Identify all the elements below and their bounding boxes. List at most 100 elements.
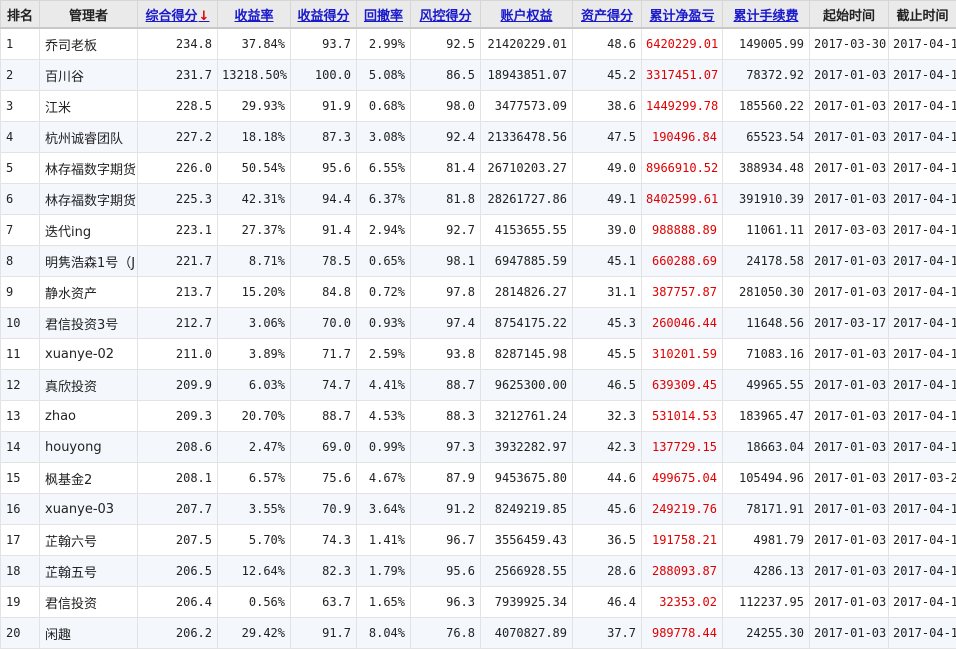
cell-start-date: 2017-03-03 <box>810 215 889 246</box>
cell-drawdown-rate: 1.79% <box>357 556 411 587</box>
cell-manager: 闲趣 <box>40 618 138 649</box>
cell-start-date: 2017-01-03 <box>810 91 889 122</box>
header-composite-score[interactable]: 综合得分↓ <box>138 1 218 29</box>
cell-asset-score: 28.6 <box>573 556 642 587</box>
cell-return-rate: 6.03% <box>218 370 291 401</box>
cell-composite-score: 213.7 <box>138 277 218 308</box>
cell-risk-score: 98.1 <box>411 246 481 277</box>
table-row: 1乔司老板234.837.84%93.72.99%92.521420229.01… <box>1 28 956 60</box>
header-row: 排名管理者综合得分↓收益率收益得分回撤率风控得分账户权益资产得分累计净盈亏累计手… <box>1 1 956 29</box>
cell-end-date: 2017-04-19 <box>889 153 956 184</box>
header-label: 风控得分 <box>419 9 471 24</box>
cell-rank: 14 <box>1 432 40 463</box>
cell-return-score: 75.6 <box>291 463 357 494</box>
cell-cumulative-net-pnl: 989778.44 <box>642 618 723 649</box>
cell-rank: 20 <box>1 618 40 649</box>
cell-asset-score: 48.6 <box>573 28 642 60</box>
cell-end-date: 2017-04-19 <box>889 432 956 463</box>
cell-start-date: 2017-01-03 <box>810 463 889 494</box>
header-return-rate[interactable]: 收益率 <box>218 1 291 29</box>
cell-account-equity: 7939925.34 <box>481 587 573 618</box>
cell-return-rate: 3.55% <box>218 494 291 525</box>
cell-start-date: 2017-01-03 <box>810 184 889 215</box>
cell-cumulative-fees: 11648.56 <box>723 308 810 339</box>
cell-end-date: 2017-04-19 <box>889 184 956 215</box>
cell-start-date: 2017-01-03 <box>810 60 889 91</box>
cell-composite-score: 208.6 <box>138 432 218 463</box>
cell-start-date: 2017-01-03 <box>810 618 889 649</box>
cell-return-score: 74.3 <box>291 525 357 556</box>
cell-drawdown-rate: 1.41% <box>357 525 411 556</box>
cell-cumulative-fees: 49965.55 <box>723 370 810 401</box>
cell-return-rate: 37.84% <box>218 28 291 60</box>
sort-desc-arrow-icon: ↓ <box>199 9 210 24</box>
cell-composite-score: 206.2 <box>138 618 218 649</box>
header-rank: 排名 <box>1 1 40 29</box>
header-label: 账户权益 <box>500 9 552 24</box>
table-row: 6林存福数字期货225.342.31%94.46.37%81.828261727… <box>1 184 956 215</box>
cell-cumulative-fees: 78171.91 <box>723 494 810 525</box>
cell-risk-score: 98.0 <box>411 91 481 122</box>
table-row: 14houyong208.62.47%69.00.99%97.33932282.… <box>1 432 956 463</box>
cell-manager: 百川谷 <box>40 60 138 91</box>
ranking-table: 排名管理者综合得分↓收益率收益得分回撤率风控得分账户权益资产得分累计净盈亏累计手… <box>0 0 956 649</box>
cell-rank: 12 <box>1 370 40 401</box>
cell-cumulative-net-pnl: 660288.69 <box>642 246 723 277</box>
cell-end-date: 2017-04-19 <box>889 494 956 525</box>
table-row: 19君信投资206.40.56%63.71.65%96.37939925.344… <box>1 587 956 618</box>
cell-cumulative-fees: 4286.13 <box>723 556 810 587</box>
table-row: 15枫基金2208.16.57%75.64.67%87.99453675.804… <box>1 463 956 494</box>
table-row: 3江米228.529.93%91.90.68%98.03477573.0938.… <box>1 91 956 122</box>
cell-cumulative-fees: 391910.39 <box>723 184 810 215</box>
cell-account-equity: 8249219.85 <box>481 494 573 525</box>
header-account-equity[interactable]: 账户权益 <box>481 1 573 29</box>
header-drawdown-rate[interactable]: 回撤率 <box>357 1 411 29</box>
cell-composite-score: 208.1 <box>138 463 218 494</box>
cell-drawdown-rate: 5.08% <box>357 60 411 91</box>
cell-return-rate: 29.93% <box>218 91 291 122</box>
cell-drawdown-rate: 0.93% <box>357 308 411 339</box>
cell-return-rate: 20.70% <box>218 401 291 432</box>
cell-cumulative-net-pnl: 32353.02 <box>642 587 723 618</box>
cell-return-rate: 8.71% <box>218 246 291 277</box>
cell-composite-score: 207.7 <box>138 494 218 525</box>
cell-cumulative-net-pnl: 310201.59 <box>642 339 723 370</box>
cell-return-rate: 13218.50% <box>218 60 291 91</box>
header-return-score[interactable]: 收益得分 <box>291 1 357 29</box>
cell-asset-score: 45.3 <box>573 308 642 339</box>
table-row: 5林存福数字期货226.050.54%95.66.55%81.426710203… <box>1 153 956 184</box>
cell-manager: xuanye-02 <box>40 339 138 370</box>
cell-start-date: 2017-01-03 <box>810 587 889 618</box>
header-asset-score[interactable]: 资产得分 <box>573 1 642 29</box>
cell-drawdown-rate: 0.99% <box>357 432 411 463</box>
cell-return-rate: 50.54% <box>218 153 291 184</box>
cell-return-score: 100.0 <box>291 60 357 91</box>
table-row: 16xuanye-03207.73.55%70.93.64%91.2824921… <box>1 494 956 525</box>
cell-risk-score: 92.5 <box>411 28 481 60</box>
cell-asset-score: 45.1 <box>573 246 642 277</box>
cell-return-score: 82.3 <box>291 556 357 587</box>
header-label: 资产得分 <box>581 9 633 24</box>
cell-manager: houyong <box>40 432 138 463</box>
header-cumulative-fees[interactable]: 累计手续费 <box>723 1 810 29</box>
cell-start-date: 2017-01-03 <box>810 401 889 432</box>
cell-account-equity: 3932282.97 <box>481 432 573 463</box>
cell-cumulative-net-pnl: 387757.87 <box>642 277 723 308</box>
cell-end-date: 2017-04-19 <box>889 246 956 277</box>
table-row: 18芷翰五号206.512.64%82.31.79%95.62566928.55… <box>1 556 956 587</box>
cell-composite-score: 206.4 <box>138 587 218 618</box>
cell-asset-score: 31.1 <box>573 277 642 308</box>
cell-risk-score: 97.8 <box>411 277 481 308</box>
cell-end-date: 2017-04-19 <box>889 587 956 618</box>
header-label: 回撤率 <box>364 9 403 24</box>
cell-asset-score: 42.3 <box>573 432 642 463</box>
cell-manager: 明隽浩森1号（J <box>40 246 138 277</box>
cell-end-date: 2017-04-19 <box>889 28 956 60</box>
cell-risk-score: 86.5 <box>411 60 481 91</box>
cell-return-score: 74.7 <box>291 370 357 401</box>
cell-manager: 迭代ing <box>40 215 138 246</box>
header-risk-score[interactable]: 风控得分 <box>411 1 481 29</box>
header-cumulative-net-pnl[interactable]: 累计净盈亏 <box>642 1 723 29</box>
cell-composite-score: 209.9 <box>138 370 218 401</box>
cell-cumulative-net-pnl: 639309.45 <box>642 370 723 401</box>
